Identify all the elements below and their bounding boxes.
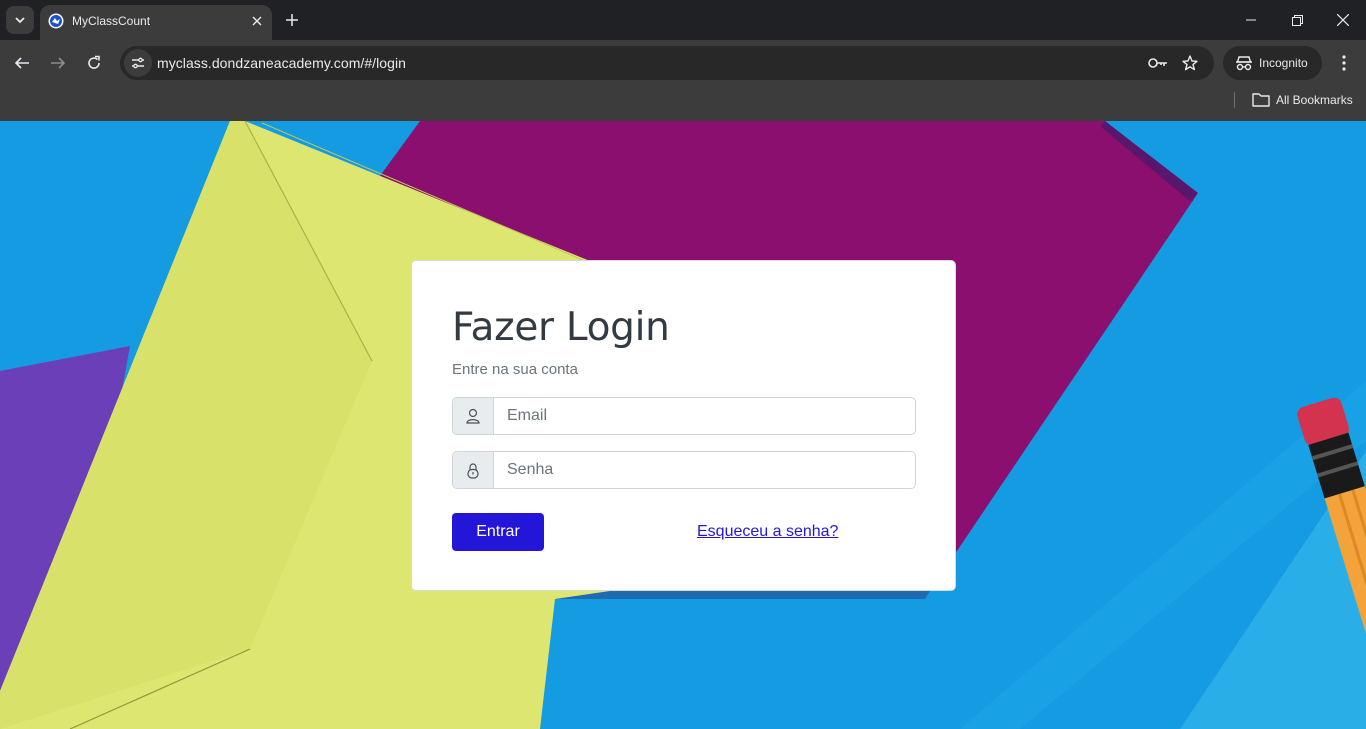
address-bar[interactable]: myclass.dondzaneacademy.com/#/login — [120, 46, 1214, 80]
page-title: Fazer Login — [452, 305, 670, 350]
reload-icon — [88, 55, 100, 69]
lock-icon — [467, 462, 479, 479]
minimize-icon — [1246, 19, 1256, 21]
browser-toolbar: myclass.dondzaneacademy.com/#/login Inco… — [0, 40, 1366, 86]
window-close-icon — [1337, 14, 1349, 26]
plus-icon — [286, 14, 298, 26]
reload-button[interactable] — [80, 49, 108, 77]
incognito-label: Incognito — [1259, 56, 1308, 70]
email-input-group — [452, 397, 916, 435]
password-key-button[interactable] — [1146, 51, 1170, 75]
forward-button[interactable] — [44, 49, 72, 77]
minimize-button[interactable] — [1228, 4, 1274, 36]
window-close-button[interactable] — [1320, 4, 1366, 36]
restore-icon — [1291, 14, 1303, 26]
star-icon — [1182, 55, 1198, 71]
incognito-icon — [1236, 56, 1252, 71]
bookmarks-bar: All Bookmarks — [0, 86, 1366, 121]
back-button[interactable] — [8, 49, 36, 77]
tab-strip: MyClassCount — [0, 0, 1366, 40]
login-card: Fazer Login Entre na sua conta Entrar Es… — [411, 260, 956, 591]
site-info-icon — [132, 57, 144, 69]
new-tab-button[interactable] — [280, 8, 304, 32]
back-icon — [14, 57, 29, 69]
forward-icon — [51, 57, 66, 69]
tab-close-button[interactable] — [246, 10, 268, 32]
user-icon — [466, 408, 480, 424]
password-field[interactable] — [495, 452, 915, 488]
incognito-chip[interactable]: Incognito — [1223, 46, 1322, 80]
tab-title: MyClassCount — [72, 14, 151, 28]
password-input-group — [452, 451, 916, 489]
url-text: myclass.dondzaneacademy.com/#/login — [157, 55, 406, 71]
active-tab[interactable]: MyClassCount — [40, 5, 272, 40]
close-icon — [252, 16, 262, 26]
key-icon — [1148, 58, 1167, 68]
login-button[interactable]: Entrar — [452, 513, 544, 551]
restore-button[interactable] — [1274, 4, 1320, 36]
favicon-icon — [48, 13, 64, 29]
login-page: Fazer Login Entre na sua conta Entrar Es… — [0, 121, 1366, 729]
email-field[interactable] — [495, 398, 915, 434]
page-subtitle: Entre na sua conta — [452, 361, 578, 378]
folder-icon[interactable] — [1252, 92, 1270, 108]
bookmark-star-button[interactable] — [1178, 51, 1202, 75]
all-bookmarks-link[interactable]: All Bookmarks — [1276, 93, 1353, 107]
browser-menu-button[interactable] — [1332, 49, 1356, 77]
email-addon — [453, 398, 494, 434]
kebab-menu-icon — [1342, 55, 1346, 71]
password-addon — [453, 452, 494, 488]
bookmarks-divider — [1234, 92, 1235, 108]
forgot-password-link[interactable]: Esqueceu a senha? — [697, 523, 838, 541]
tab-search-icon — [15, 17, 25, 24]
site-info-button[interactable] — [124, 49, 152, 77]
tab-search-button[interactable] — [6, 6, 34, 34]
